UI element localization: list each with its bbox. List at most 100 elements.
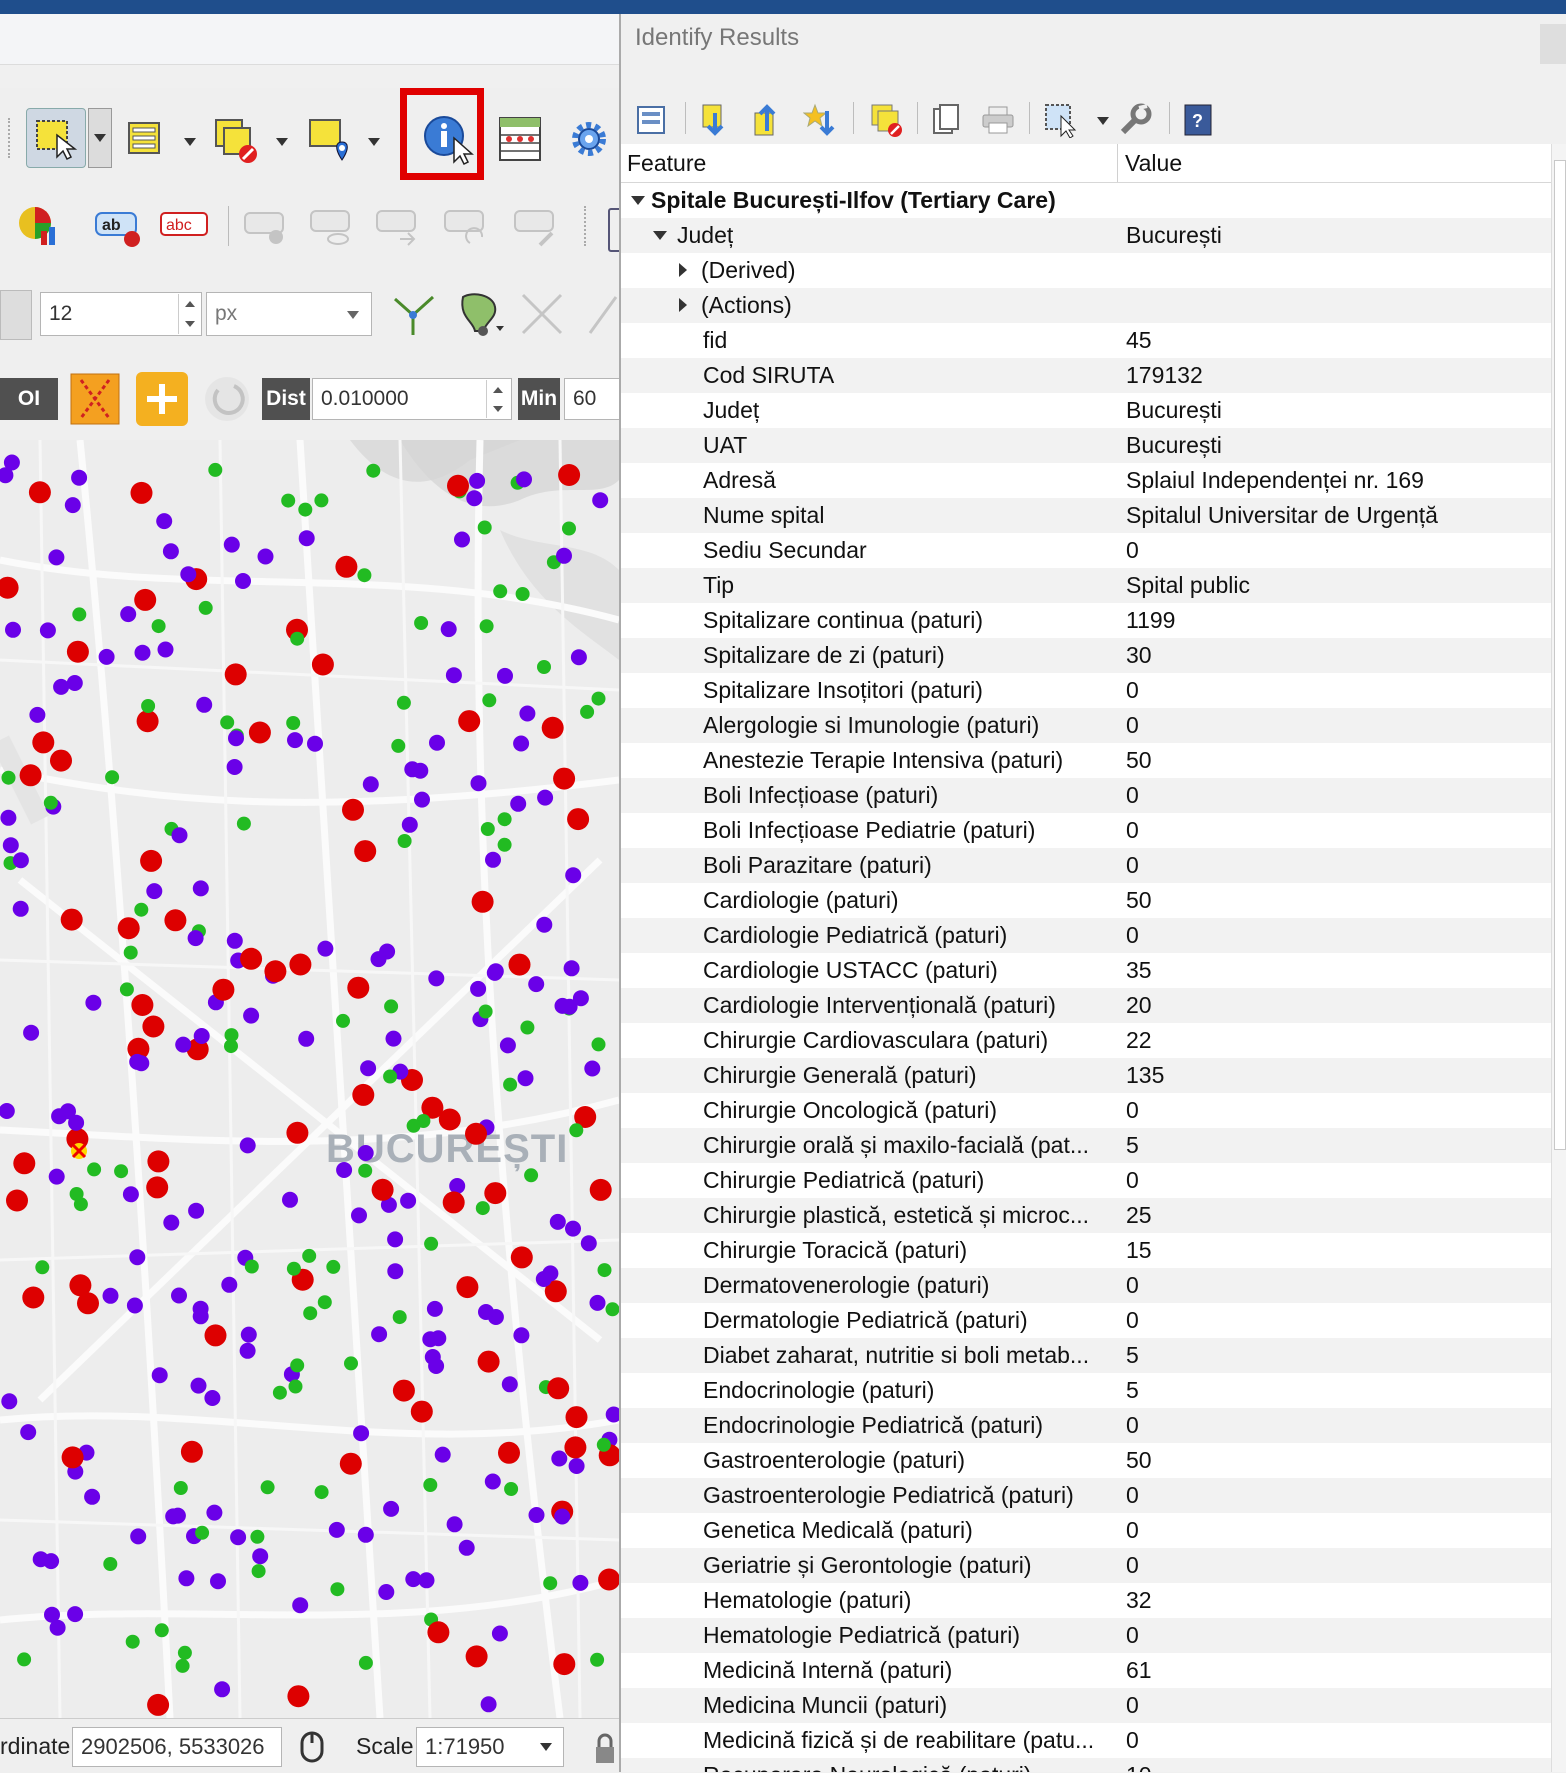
hospital-point[interactable] [486, 964, 503, 981]
column-divider[interactable] [1117, 144, 1118, 182]
hospital-point[interactable] [567, 808, 590, 831]
hospital-point[interactable] [208, 462, 223, 477]
hospital-point[interactable] [0, 809, 17, 826]
hospital-point[interactable] [542, 1265, 559, 1282]
hospital-point[interactable] [565, 1406, 588, 1429]
attribute-row[interactable]: Diabet zaharat, nutritie si boli metab..… [621, 1338, 1551, 1373]
expand-tree-button[interactable] [635, 92, 667, 148]
hospital-point[interactable] [385, 1030, 402, 1047]
hospital-point[interactable] [210, 1573, 226, 1590]
hospital-point[interactable] [605, 1302, 620, 1317]
hospital-point[interactable] [556, 547, 572, 564]
hospital-point[interactable] [330, 1582, 345, 1597]
hospital-point[interactable] [134, 644, 151, 661]
hospital-point[interactable] [32, 731, 55, 754]
attribute-row[interactable]: Cardiologie USTACC (paturi) 35 [621, 953, 1551, 988]
hospital-point[interactable] [454, 531, 470, 548]
hospital-point[interactable] [105, 770, 120, 785]
hospital-point[interactable] [102, 1287, 119, 1304]
hospital-point[interactable] [221, 1276, 238, 1293]
change-label-button[interactable] [510, 202, 560, 250]
attribute-row[interactable]: Chirurgie Cardiovasculara (paturi) 22 [621, 1023, 1551, 1058]
hospital-point[interactable] [508, 953, 531, 976]
hospital-point[interactable] [423, 1478, 438, 1492]
hospital-point[interactable] [317, 1295, 332, 1310]
hospital-point[interactable] [456, 1276, 479, 1299]
attribute-row[interactable]: Dermatovenerologie (paturi) 0 [621, 1268, 1551, 1303]
hospital-point[interactable] [298, 502, 313, 517]
chevron-down-icon[interactable] [276, 138, 288, 146]
hospital-point[interactable] [0, 576, 19, 599]
deselect-features-button[interactable] [212, 116, 260, 164]
hospital-point[interactable] [1, 1393, 18, 1410]
attribute-row[interactable]: Chirurgie Pediatrică (paturi) 0 [621, 1163, 1551, 1198]
hospital-point[interactable] [281, 493, 296, 508]
hospital-point[interactable] [543, 1576, 558, 1591]
toolbar-handle[interactable] [584, 206, 592, 246]
hospital-point[interactable] [358, 1655, 373, 1670]
attribute-row[interactable]: Chirurgie orală și maxilo-facială (pat..… [621, 1128, 1551, 1163]
hospital-point[interactable] [513, 1327, 530, 1344]
attribute-row[interactable]: Anestezie Terapie Intensiva (paturi) 50 [621, 743, 1551, 778]
hospital-point[interactable] [298, 530, 315, 547]
hospital-point[interactable] [562, 521, 576, 536]
select-features-dropdown[interactable] [88, 108, 112, 168]
hospital-point[interactable] [466, 490, 483, 507]
hospital-point[interactable] [442, 1191, 465, 1214]
attribute-row[interactable]: Cardiologie Pediatrică (paturi) 0 [621, 918, 1551, 953]
hospital-point[interactable] [469, 472, 486, 489]
collapse-arrow-icon[interactable] [631, 196, 645, 205]
derived-row[interactable]: (Derived) [621, 253, 1551, 288]
hospital-point[interactable] [426, 1300, 443, 1317]
attribute-row[interactable]: Spitalizare Insoțitori (paturi) 0 [621, 673, 1551, 708]
hospital-point[interactable] [592, 492, 609, 509]
hospital-point[interactable] [422, 1331, 439, 1348]
hospital-point[interactable] [401, 816, 418, 833]
attribute-row[interactable]: Alergologie si Imunologie (paturi) 0 [621, 708, 1551, 743]
hospital-point[interactable] [406, 1118, 421, 1133]
hospital-point[interactable] [497, 812, 512, 827]
hospital-point[interactable] [192, 880, 209, 897]
hospital-point[interactable] [272, 1385, 287, 1400]
hospital-point[interactable] [584, 1060, 601, 1077]
label-highlight-button[interactable]: abc [158, 202, 212, 250]
attribute-row[interactable]: Chirurgie plastică, estetică și microc..… [621, 1198, 1551, 1233]
hospital-point[interactable] [43, 1553, 60, 1570]
hospital-point[interactable] [98, 648, 115, 665]
hospital-point[interactable] [516, 471, 532, 488]
chevron-down-icon[interactable] [368, 138, 380, 146]
hospital-point[interactable] [449, 1178, 466, 1194]
hospital-point[interactable] [591, 1037, 606, 1052]
hospital-point[interactable] [192, 1300, 209, 1317]
hospital-point[interactable] [553, 1653, 576, 1676]
hospital-point[interactable] [288, 1379, 303, 1394]
chevron-down-icon[interactable] [1097, 117, 1109, 125]
hospital-point[interactable] [497, 837, 512, 852]
hospital-point[interactable] [77, 1292, 99, 1315]
hospital-point[interactable] [28, 481, 51, 504]
hospital-point[interactable] [497, 667, 513, 684]
hospital-point[interactable] [71, 469, 88, 486]
hospital-point[interactable] [39, 622, 56, 639]
hospital-point[interactable] [228, 730, 244, 747]
font-size-spin-arrows[interactable] [178, 294, 201, 334]
hospital-point[interactable] [524, 1168, 539, 1183]
hospital-point[interactable] [326, 1259, 341, 1274]
hospital-point[interactable] [427, 1621, 450, 1644]
attribute-row[interactable]: Adresă Splaiul Independenței nr. 169 [621, 463, 1551, 498]
network-analysis-button[interactable] [68, 370, 122, 428]
lock-scale-button[interactable] [592, 1729, 618, 1769]
hospital-point[interactable] [154, 1623, 169, 1638]
column-header-value[interactable]: Value [1125, 150, 1182, 177]
hospital-point[interactable] [580, 704, 595, 719]
hospital-point[interactable] [458, 710, 481, 733]
hospital-point[interactable] [204, 1324, 227, 1347]
spin-up-icon[interactable] [493, 386, 503, 393]
hospital-point[interactable] [44, 1606, 60, 1623]
toolbar-handle[interactable] [8, 118, 16, 158]
hospital-point[interactable] [568, 1458, 585, 1474]
hospital-point[interactable] [260, 1480, 275, 1495]
hospital-point[interactable] [445, 667, 462, 684]
hospital-point[interactable] [134, 588, 157, 611]
hospital-point[interactable] [146, 883, 163, 900]
